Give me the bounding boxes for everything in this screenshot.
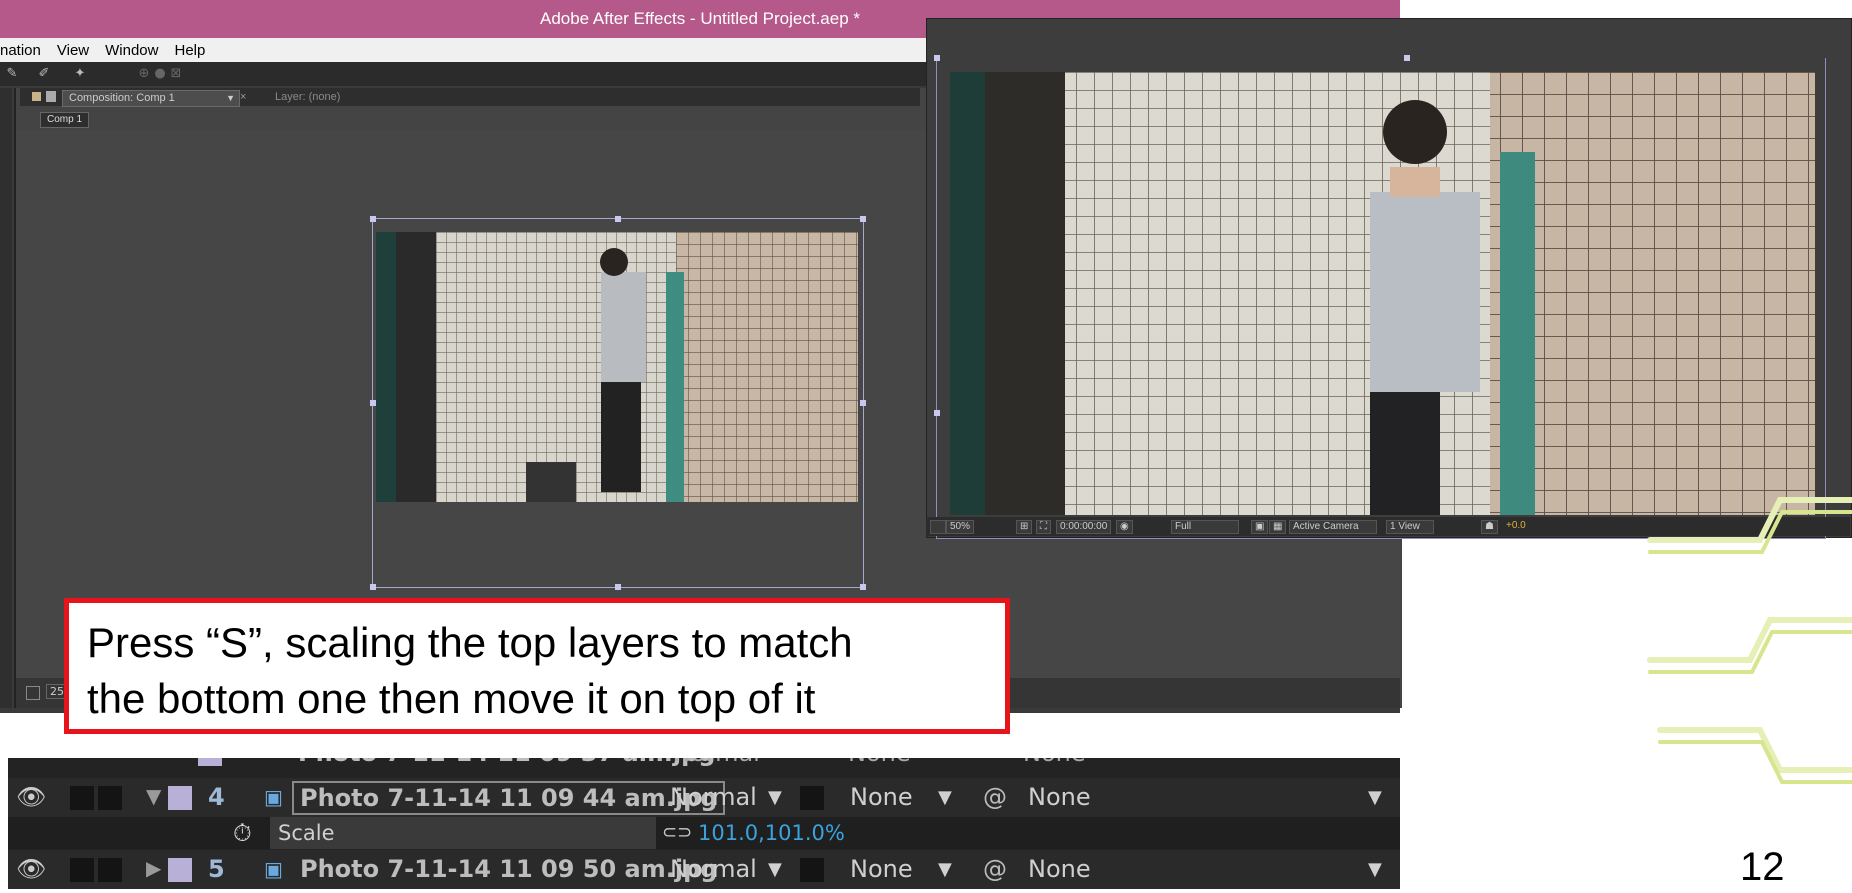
preserve-transparency-toggle[interactable] [800,858,824,882]
property-row[interactable]: ⏱ Scale ⊂⊃ 101.0,101.0% [8,817,1400,849]
window-title: Adobe After Effects - Untitled Project.a… [539,9,861,28]
image-footage-icon: ▣ [264,857,283,881]
layer-row[interactable]: Photo 7-11-14 11 09 37 am.jpg Normal Non… [8,758,1400,773]
transform-handle[interactable] [370,400,376,406]
panel-menu-icon[interactable] [32,92,41,101]
chevron-down-icon[interactable]: ▼ [938,850,952,889]
transform-handle[interactable] [860,400,866,406]
scale-value[interactable]: 101.0,101.0% [698,817,845,849]
puppet-pin-tool-icon[interactable]: ✦ [72,66,88,82]
transparency-grid-icon[interactable]: ▦ [1269,520,1287,534]
roto-brush-tool-icon[interactable]: ✐ [36,66,52,82]
layer-index: 4 [208,783,225,811]
image-footage-icon: ▣ [264,785,283,809]
tab-composition[interactable]: Composition: Comp 1 ▼ [62,90,240,107]
transform-handle[interactable] [370,216,376,222]
transform-handle[interactable] [934,55,940,61]
current-time[interactable]: 0:00:00:00 [1056,520,1112,534]
world-axis-icon[interactable]: ● [152,66,168,82]
tab-layer[interactable]: Layer: (none) [275,90,340,105]
chevron-down-icon[interactable]: ▼ [226,91,235,106]
view-axis-icon[interactable]: ⊠ [168,66,184,82]
mask-visibility-icon[interactable]: ⛶ [1036,520,1051,534]
panel-tab-bar: Composition: Comp 1 ▼ × Layer: (none) [20,88,920,107]
layer-row[interactable]: 👁 ▼ 4 ▣ Photo 7-11-14 11 09 44 am.jpg No… [8,778,1400,817]
close-tab-icon[interactable]: × [240,90,246,105]
transform-handle[interactable] [370,584,376,590]
chevron-down-icon[interactable]: ▼ [768,778,782,817]
callout-line-1: Press “S”, scaling the top layers to mat… [87,619,853,666]
menu-help[interactable]: Help [174,42,205,59]
audio-toggle[interactable] [70,786,94,810]
snapshot-icon[interactable]: ◉ [1116,520,1133,534]
axis-mode-icon[interactable]: ⊕ [136,66,152,82]
menu-window[interactable]: Window [105,42,158,59]
lock-icon[interactable] [46,91,56,102]
comp-navigator-chip[interactable]: Comp 1 [40,112,90,128]
transform-handle[interactable] [1404,55,1410,61]
transform-handle[interactable] [615,216,621,222]
chevron-down-icon[interactable]: ▼ [768,850,782,889]
layer-name[interactable]: Photo 7-11-14 11 09 50 am.jpg [300,850,717,889]
chevron-down-icon[interactable]: ▼ [938,778,952,817]
chevron-down-icon[interactable]: ▼ [1368,850,1382,889]
blend-mode-select[interactable]: Normal [673,758,760,773]
stopwatch-icon[interactable]: ⏱ [233,817,252,849]
label-swatch[interactable] [198,758,222,766]
solo-toggle[interactable] [98,858,122,882]
layer-index: 5 [208,855,225,883]
menu-animation[interactable]: nation [0,42,41,59]
transform-handle[interactable] [615,584,621,590]
menu-view[interactable]: View [57,42,89,59]
parent-select[interactable]: None [1028,850,1091,889]
layer-bounding-box[interactable] [370,216,866,590]
transform-handle[interactable] [860,216,866,222]
track-matte-select[interactable]: None [850,778,913,817]
flowchart-icon[interactable]: ☗ [1481,520,1498,534]
view-layout-select[interactable]: 1 View [1386,520,1434,534]
grid-icon[interactable]: ⊞ [1016,520,1033,534]
camera-select[interactable]: Active Camera [1289,520,1377,534]
property-name: Scale [270,817,656,849]
region-icon[interactable] [930,520,946,534]
solo-toggle[interactable] [98,786,122,810]
magnification-select[interactable]: 50% [946,520,975,534]
track-matte-select[interactable]: None [848,758,911,773]
collapse-triangle-icon[interactable]: ▼ [146,784,161,808]
parent-select[interactable]: None [1023,758,1086,773]
audio-toggle[interactable] [70,858,94,882]
layer-name-field[interactable]: Photo 7-11-14 11 09 44 am.jpg [292,781,726,815]
transform-handle[interactable] [934,410,940,416]
eraser-tool-icon[interactable]: ✎ [4,66,20,82]
pick-whip-icon[interactable]: @ [983,850,1007,889]
pick-whip-icon[interactable]: @ [983,778,1007,817]
slide-decoration [1640,480,1852,889]
blend-mode-select[interactable]: Normal [670,778,757,817]
chevron-down-icon[interactable]: ▼ [1368,778,1382,817]
blend-mode-select[interactable]: Normal [670,850,757,889]
eye-visibility-icon[interactable]: 👁 [16,778,46,817]
callout-line-2: the bottom one then move it on top of it [87,675,816,722]
transform-handle[interactable] [860,584,866,590]
timeline-panel: Photo 7-11-14 11 09 37 am.jpg Normal Non… [8,758,1400,889]
expand-triangle-icon[interactable]: ▶ [146,856,161,880]
track-matte-select[interactable]: None [850,850,913,889]
enlarged-layer-image[interactable] [950,72,1815,515]
exposure-value[interactable]: +0.0 [1506,520,1526,531]
layer-name[interactable]: Photo 7-11-14 11 09 37 am.jpg [298,758,715,773]
resolution-select[interactable]: Full [1171,520,1239,534]
region-of-interest-icon[interactable] [26,686,40,700]
parent-select[interactable]: None [1028,778,1091,817]
preserve-transparency-toggle[interactable] [800,786,824,810]
layer-row[interactable]: 👁 ▶ 5 ▣ Photo 7-11-14 11 09 50 am.jpg No… [8,850,1400,889]
label-swatch[interactable] [168,786,192,810]
label-swatch[interactable] [168,858,192,882]
tab-composition-label: Composition: Comp 1 [69,92,175,104]
left-panel-edge [0,88,12,708]
constrain-proportions-icon[interactable]: ⊂⊃ [662,817,692,849]
instruction-callout: Press “S”, scaling the top layers to mat… [64,598,1010,734]
eye-visibility-icon[interactable]: 👁 [16,850,46,889]
page-number: 12 [1740,845,1785,889]
fast-preview-icon[interactable]: ▣ [1251,520,1269,534]
